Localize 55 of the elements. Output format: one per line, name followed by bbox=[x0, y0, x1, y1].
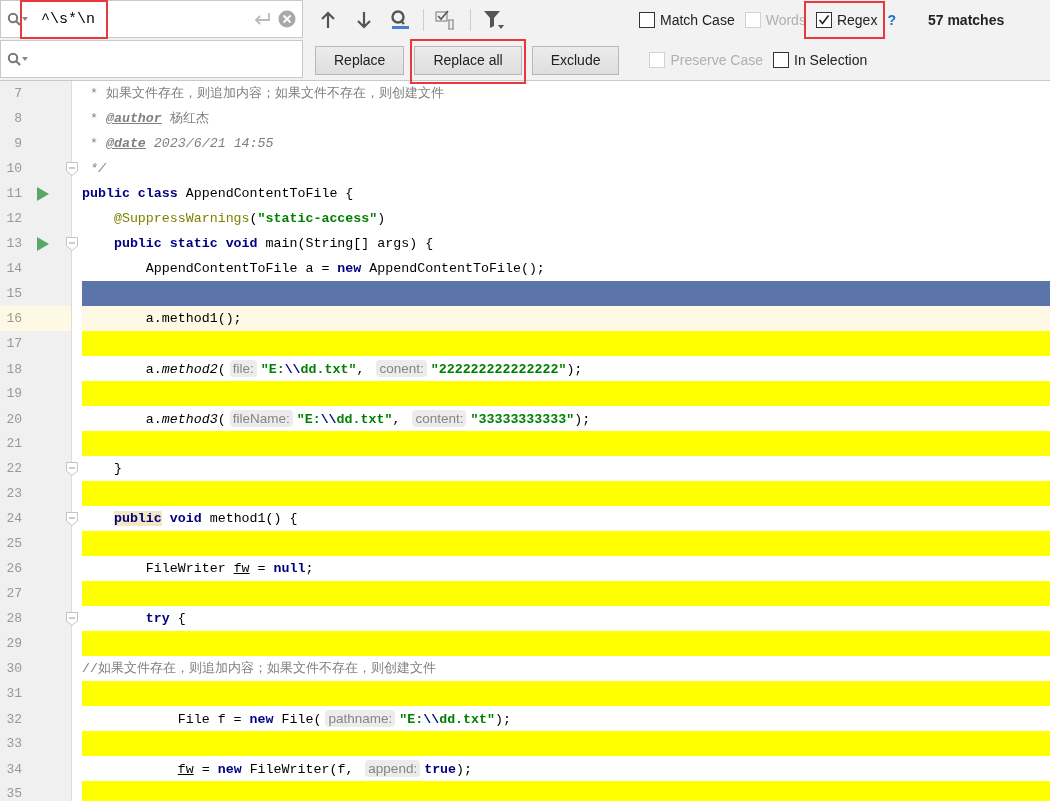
line-number: 9 bbox=[13, 136, 22, 151]
line-number: 25 bbox=[5, 536, 22, 551]
line-number: 23 bbox=[5, 486, 22, 501]
checkbox[interactable] bbox=[773, 52, 790, 68]
line-number: 27 bbox=[5, 586, 22, 601]
fold-icon[interactable] bbox=[66, 611, 78, 626]
replace-button[interactable]: Replace all bbox=[414, 45, 522, 75]
match-count: 57 matches bbox=[927, 12, 1005, 28]
search-icon[interactable] bbox=[7, 12, 29, 26]
line-number: 12 bbox=[5, 211, 22, 226]
line-number: 29 bbox=[5, 636, 22, 651]
search-input[interactable]: ^\s*\n bbox=[35, 7, 248, 31]
help-link[interactable]: ? bbox=[887, 12, 896, 28]
line-number: 18 bbox=[5, 361, 22, 377]
line-number: 34 bbox=[5, 761, 22, 777]
search-icon[interactable] bbox=[7, 52, 29, 66]
replace-field[interactable] bbox=[0, 40, 303, 78]
clear-icon[interactable] bbox=[278, 10, 296, 28]
line-number: 21 bbox=[5, 436, 22, 451]
option-label[interactable]: In Selection bbox=[794, 52, 868, 68]
option-label[interactable]: Match Case bbox=[660, 12, 735, 28]
line-number: 14 bbox=[5, 261, 22, 276]
option-label[interactable]: Regex bbox=[836, 12, 878, 28]
fold-icon[interactable] bbox=[66, 511, 78, 526]
line-number: 19 bbox=[5, 386, 22, 401]
fold-icon[interactable] bbox=[66, 161, 78, 176]
checkbox[interactable] bbox=[639, 12, 655, 28]
line-number: 24 bbox=[5, 511, 22, 526]
line-number: 28 bbox=[5, 611, 22, 626]
line-number: 35 bbox=[5, 786, 22, 801]
line-number: 17 bbox=[5, 336, 22, 351]
enter-icon bbox=[254, 12, 272, 26]
line-number: 20 bbox=[5, 411, 22, 427]
line-number: 8 bbox=[13, 111, 22, 126]
line-number: 7 bbox=[13, 86, 22, 101]
line-number: 33 bbox=[5, 736, 22, 751]
line-number: 30 bbox=[5, 661, 22, 676]
line-number: 22 bbox=[5, 461, 22, 476]
run-icon[interactable] bbox=[37, 236, 49, 251]
fold-icon[interactable] bbox=[66, 236, 78, 251]
line-number: 13 bbox=[5, 236, 22, 251]
run-icon[interactable] bbox=[37, 186, 49, 201]
check-icon bbox=[817, 14, 830, 26]
line-number: 26 bbox=[5, 561, 22, 576]
line-number: 32 bbox=[5, 711, 22, 727]
replace-button[interactable]: Replace bbox=[315, 45, 405, 75]
fold-icon[interactable] bbox=[66, 461, 78, 476]
line-number: 11 bbox=[5, 186, 22, 201]
line-number: 16 bbox=[5, 311, 22, 326]
line-number: 15 bbox=[5, 286, 22, 301]
line-number: 31 bbox=[5, 686, 22, 701]
replace-button[interactable]: Exclude bbox=[531, 45, 620, 75]
checkbox[interactable] bbox=[815, 12, 832, 28]
line-number: 10 bbox=[5, 161, 22, 176]
search-field[interactable]: ^\s*\n bbox=[0, 0, 303, 38]
